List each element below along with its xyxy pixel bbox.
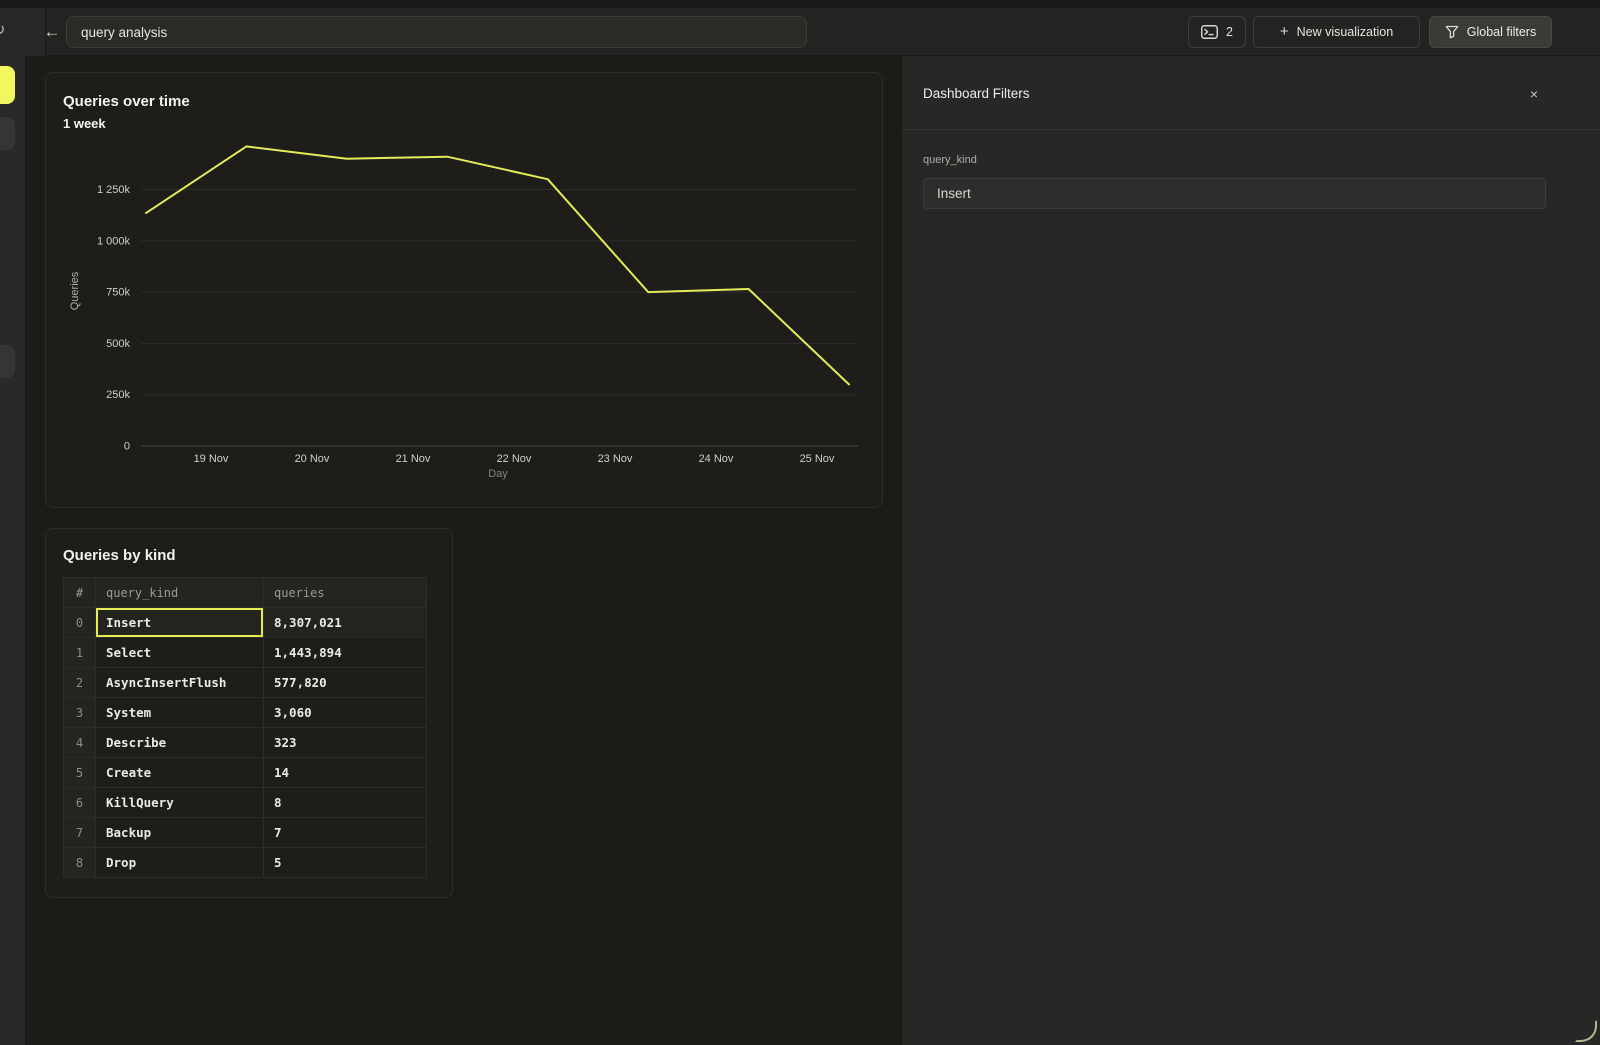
- query-kind-filter-input[interactable]: [923, 178, 1546, 209]
- chart-line: [146, 146, 849, 384]
- table-row: 0 Insert 8,307,021: [64, 608, 427, 638]
- table-header-row: #query_kindqueries: [64, 578, 427, 608]
- row-index-cell: 8: [64, 848, 96, 878]
- console-icon: [1201, 25, 1218, 39]
- close-icon: ×: [1530, 86, 1538, 102]
- console-count-badge: 2: [1226, 25, 1233, 39]
- y-tick-label: 750k: [106, 287, 130, 299]
- y-tick-label: 1 000k: [97, 235, 131, 247]
- x-tick-label: 19 Nov: [194, 453, 229, 465]
- query-kind-cell[interactable]: Drop: [96, 848, 264, 878]
- x-tick-label: 20 Nov: [295, 453, 330, 465]
- filter-field-label: query_kind: [923, 154, 977, 166]
- row-index-cell: 5: [64, 758, 96, 788]
- y-axis-title: Queries: [69, 271, 81, 310]
- query-kind-cell[interactable]: KillQuery: [96, 788, 264, 818]
- table-row: 7 Backup 7: [64, 818, 427, 848]
- close-panel-button[interactable]: ×: [1524, 84, 1544, 104]
- row-index-cell: 4: [64, 728, 96, 758]
- global-filters-button[interactable]: Global filters: [1429, 16, 1552, 48]
- queries-value-cell[interactable]: 577,820: [264, 668, 427, 698]
- plus-icon: +: [1280, 25, 1289, 39]
- x-axis-title: Day: [488, 468, 508, 480]
- table-row: 3 System 3,060: [64, 698, 427, 728]
- global-filters-label: Global filters: [1467, 25, 1536, 39]
- sidebar-item-3[interactable]: [0, 345, 15, 378]
- query-kind-cell[interactable]: Create: [96, 758, 264, 788]
- table-row: 2 AsyncInsertFlush 577,820: [64, 668, 427, 698]
- queries-value-cell[interactable]: 323: [264, 728, 427, 758]
- table-title: Queries by kind: [63, 547, 176, 564]
- table-row: 6 KillQuery 8: [64, 788, 427, 818]
- left-sidebar: [0, 56, 26, 1045]
- row-index-cell: 3: [64, 698, 96, 728]
- queries-by-kind-table: #query_kindqueries 0 Insert 8,307,021 1 …: [63, 577, 427, 878]
- x-tick-label: 21 Nov: [396, 453, 431, 465]
- x-tick-label: 25 Nov: [800, 453, 835, 465]
- history-refresh-icon[interactable]: ↻: [0, 21, 5, 41]
- y-tick-label: 500k: [106, 338, 130, 350]
- queries-by-kind-card: Queries by kind #query_kindqueries 0 Ins…: [45, 528, 453, 898]
- col-header-queries: queries: [264, 578, 427, 608]
- queries-over-time-chart: 0 250k 500k 750k 1 000k 1 250k 19 Nov 20 Nov 21 …: [46, 73, 884, 509]
- queries-value-cell[interactable]: 3,060: [264, 698, 427, 728]
- dashboard-title-input[interactable]: [66, 16, 807, 48]
- funnel-icon: [1445, 25, 1459, 39]
- sidebar-item-2[interactable]: [0, 117, 15, 150]
- query-kind-cell[interactable]: Insert: [96, 608, 264, 638]
- table-row: 8 Drop 5: [64, 848, 427, 878]
- x-tick-label: 23 Nov: [598, 453, 633, 465]
- queries-value-cell[interactable]: 5: [264, 848, 427, 878]
- filters-panel-title: Dashboard Filters: [923, 86, 1030, 101]
- queries-over-time-card: Queries over time 1 week 0250k500k750k1 …: [45, 72, 883, 508]
- window-top-strip: [0, 0, 1600, 8]
- table-row: 4 Describe 323: [64, 728, 427, 758]
- col-header-index: #: [64, 578, 96, 608]
- y-tick-label: 250k: [106, 389, 130, 401]
- row-index-cell: 7: [64, 818, 96, 848]
- x-tick-label: 22 Nov: [497, 453, 532, 465]
- y-tick-label: 1 250k: [97, 184, 131, 196]
- panel-divider: [902, 129, 1600, 130]
- back-button[interactable]: ←: [38, 15, 66, 49]
- table-row: 5 Create 14: [64, 758, 427, 788]
- back-arrow-icon: ←: [44, 22, 61, 42]
- col-header-query-kind: query_kind: [96, 578, 264, 608]
- query-kind-cell[interactable]: Select: [96, 638, 264, 668]
- row-index-cell: 0: [64, 608, 96, 638]
- row-index-cell: 2: [64, 668, 96, 698]
- y-tick-label: 0: [124, 441, 130, 453]
- row-index-cell: 6: [64, 788, 96, 818]
- queries-value-cell[interactable]: 1,443,894: [264, 638, 427, 668]
- query-kind-cell[interactable]: Describe: [96, 728, 264, 758]
- new-visualization-label: New visualization: [1297, 25, 1394, 39]
- table-body: 0 Insert 8,307,021 1 Select 1,443,894 2 …: [64, 608, 427, 878]
- query-kind-cell[interactable]: System: [96, 698, 264, 728]
- queries-value-cell[interactable]: 8,307,021: [264, 608, 427, 638]
- new-visualization-button[interactable]: + New visualization: [1253, 16, 1420, 48]
- x-tick-label: 24 Nov: [699, 453, 734, 465]
- topbar: ↻ ← 2 + New visualization Global filters: [0, 8, 1600, 56]
- table-row: 1 Select 1,443,894: [64, 638, 427, 668]
- query-kind-cell[interactable]: AsyncInsertFlush: [96, 668, 264, 698]
- row-index-cell: 1: [64, 638, 96, 668]
- sidebar-item-active-dashboard[interactable]: [0, 66, 15, 104]
- queries-value-cell[interactable]: 8: [264, 788, 427, 818]
- queries-value-cell[interactable]: 14: [264, 758, 427, 788]
- main-content: Queries over time 1 week 0250k500k750k1 …: [27, 56, 901, 1045]
- sql-console-button[interactable]: 2: [1188, 16, 1246, 48]
- queries-value-cell[interactable]: 7: [264, 818, 427, 848]
- query-kind-cell[interactable]: Backup: [96, 818, 264, 848]
- dashboard-filters-panel: Dashboard Filters × query_kind: [901, 56, 1600, 1045]
